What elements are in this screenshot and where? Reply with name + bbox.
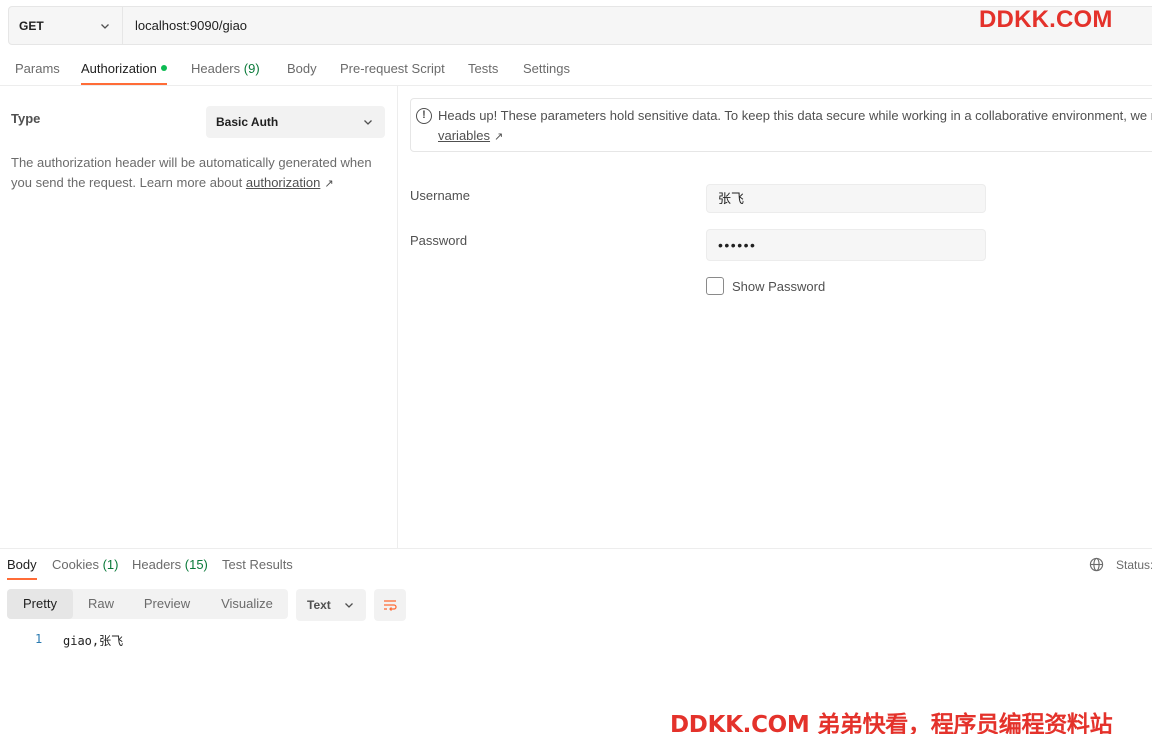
chevron-down-icon [364, 120, 372, 125]
watermark-top: DDKK.COM [979, 6, 1113, 33]
response-tab-body[interactable]: Body [7, 557, 37, 572]
response-tab-headers-count: (15) [184, 557, 208, 572]
type-label: Type [11, 111, 41, 126]
status-label: Status: [1116, 558, 1152, 572]
authorization-link[interactable]: authorization [246, 175, 320, 190]
response-format-value: Text [307, 598, 331, 612]
response-body-content: giao,张飞 [63, 634, 124, 648]
sensitive-data-notice: ! Heads up! These parameters hold sensit… [410, 98, 1152, 152]
tab-body[interactable]: Body [287, 61, 317, 76]
url-input[interactable]: localhost:9090/giao [123, 18, 247, 33]
tab-headers-label: Headers [191, 61, 241, 76]
auth-type-panel: Type Basic Auth The authorization header… [0, 86, 398, 548]
chevron-down-icon [101, 23, 109, 29]
request-tabs: Params Authorization Headers (9) Body Pr… [0, 52, 1152, 86]
auth-type-value: Basic Auth [216, 115, 279, 129]
response-format-select[interactable]: Text [296, 589, 366, 621]
method-label: GET [19, 18, 44, 33]
tab-headers-count: (9) [243, 61, 260, 76]
visualize-button[interactable]: Visualize [207, 589, 287, 619]
tab-authorization[interactable]: Authorization [81, 61, 167, 76]
username-label: Username [410, 188, 470, 203]
method-select[interactable]: GET [9, 7, 123, 44]
external-link-icon: ↗ [494, 131, 504, 143]
wrap-lines-icon [384, 600, 397, 611]
tab-headers[interactable]: Headers (9) [191, 61, 260, 76]
response-tab-cookies-count: (1) [102, 557, 119, 572]
response-view-segment: Pretty Raw Preview Visualize [7, 589, 288, 619]
preview-button[interactable]: Preview [131, 589, 203, 619]
response-divider [0, 548, 1152, 549]
tab-params[interactable]: Params [15, 61, 60, 76]
line-number: 1 [35, 632, 43, 646]
show-password-label[interactable]: Show Password [732, 279, 825, 294]
raw-button[interactable]: Raw [73, 589, 129, 619]
variables-link-label: variables [438, 128, 491, 143]
password-input[interactable]: •••••• [706, 229, 986, 261]
auth-description: The authorization header will be automat… [11, 153, 381, 194]
tab-tests[interactable]: Tests [468, 61, 498, 76]
tab-settings[interactable]: Settings [523, 61, 570, 76]
username-input[interactable]: 张飞 [706, 184, 986, 213]
auth-type-select[interactable]: Basic Auth [206, 106, 385, 138]
response-tab-cookies-label: Cookies [52, 557, 99, 572]
external-link-icon: ↗ [324, 178, 334, 190]
response-tab-headers-label: Headers [132, 557, 182, 572]
variables-link[interactable]: variables ↗ [438, 128, 503, 143]
response-active-tab-underline [7, 578, 37, 580]
watermark-bottom: DDKK.COM 弟弟快看，程序员编程资料站 [670, 712, 1113, 734]
chevron-down-icon [345, 603, 353, 608]
active-indicator-dot [160, 65, 167, 71]
active-tab-underline [81, 83, 167, 85]
response-tab-cookies[interactable]: Cookies (1) [52, 557, 118, 572]
globe-icon[interactable] [1089, 557, 1104, 572]
info-icon: ! [416, 108, 432, 124]
notice-text: Heads up! These parameters hold sensitiv… [438, 108, 1152, 123]
password-label: Password [410, 233, 468, 248]
show-password-checkbox[interactable] [706, 277, 724, 295]
wrap-lines-button[interactable] [374, 589, 406, 621]
tab-authorization-label: Authorization [81, 61, 157, 76]
tab-prerequest-script[interactable]: Pre-request Script [340, 61, 445, 76]
response-tab-headers[interactable]: Headers (15) [132, 557, 208, 572]
response-tab-test-results[interactable]: Test Results [222, 557, 293, 572]
pretty-button[interactable]: Pretty [7, 589, 73, 619]
